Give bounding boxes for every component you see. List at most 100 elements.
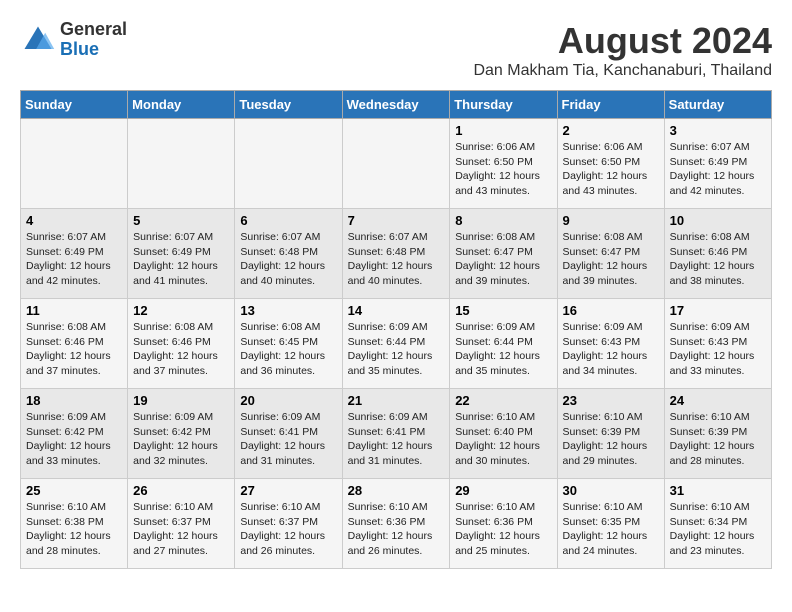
day-cell: 27Sunrise: 6:10 AMSunset: 6:37 PMDayligh…: [235, 479, 342, 569]
day-cell: 24 Sunrise: 6:10 AMSunset: 6:39 PMDayligh…: [664, 389, 771, 479]
day-info: Sunrise: 6:08 AMSunset: 6:46 PMDaylight:…: [133, 320, 229, 379]
day-cell: 11 Sunrise: 6:08 AMSunset: 6:46 PMDayligh…: [21, 299, 128, 389]
day-info: Sunrise: 6:09 AMSunset: 6:42 PMDaylight:…: [26, 410, 122, 469]
header-row: SundayMondayTuesdayWednesdayThursdayFrid…: [21, 91, 772, 119]
day-cell: 4 Sunrise: 6:07 AMSunset: 6:49 PMDaylight…: [21, 209, 128, 299]
day-number: 17: [670, 303, 766, 318]
day-cell: 3 Sunrise: 6:07 AMSunset: 6:49 PMDaylight…: [664, 119, 771, 209]
day-number: 13: [240, 303, 336, 318]
week-row-4: 18 Sunrise: 6:09 AMSunset: 6:42 PMDayligh…: [21, 389, 772, 479]
day-header-tuesday: Tuesday: [235, 91, 342, 119]
day-cell: 9 Sunrise: 6:08 AMSunset: 6:47 PMDaylight…: [557, 209, 664, 299]
day-info: Sunrise: 6:08 AMSunset: 6:46 PMDaylight:…: [670, 230, 766, 289]
day-number: 9: [563, 213, 659, 228]
sub-title: Dan Makham Tia, Kanchanaburi, Thailand: [473, 62, 772, 80]
day-info: Sunrise: 6:09 AMSunset: 6:41 PMDaylight:…: [240, 410, 336, 469]
day-header-monday: Monday: [128, 91, 235, 119]
day-cell: 25 Sunrise: 6:10 AMSunset: 6:38 PMDayligh…: [21, 479, 128, 569]
day-cell: [21, 119, 128, 209]
day-info: Sunrise: 6:10 AMSunset: 6:39 PMDaylight:…: [670, 410, 766, 469]
day-cell: [128, 119, 235, 209]
logo-icon: [20, 22, 56, 58]
day-info: Sunrise: 6:07 AMSunset: 6:49 PMDaylight:…: [26, 230, 122, 289]
day-info: Sunrise: 6:10 AMSunset: 6:36 PMDaylight:…: [455, 500, 551, 559]
day-cell: 8 Sunrise: 6:08 AMSunset: 6:47 PMDaylight…: [450, 209, 557, 299]
day-cell: 26 Sunrise: 6:10 AMSunset: 6:37 PMDayligh…: [128, 479, 235, 569]
day-info: Sunrise: 6:08 AMSunset: 6:46 PMDaylight:…: [26, 320, 122, 379]
week-row-3: 11 Sunrise: 6:08 AMSunset: 6:46 PMDayligh…: [21, 299, 772, 389]
day-cell: 16Sunrise: 6:09 AMSunset: 6:43 PMDayligh…: [557, 299, 664, 389]
page-header: General Blue August 2024 Dan Makham Tia,…: [20, 20, 772, 80]
day-cell: [342, 119, 450, 209]
day-number: 8: [455, 213, 551, 228]
day-cell: 12Sunrise: 6:08 AMSunset: 6:46 PMDayligh…: [128, 299, 235, 389]
day-number: 11: [26, 303, 122, 318]
day-number: 20: [240, 393, 336, 408]
day-cell: 15 Sunrise: 6:09 AMSunset: 6:44 PMDayligh…: [450, 299, 557, 389]
day-number: 29: [455, 483, 551, 498]
day-number: 22: [455, 393, 551, 408]
day-number: 15: [455, 303, 551, 318]
day-info: Sunrise: 6:09 AMSunset: 6:44 PMDaylight:…: [348, 320, 445, 379]
day-info: Sunrise: 6:10 AMSunset: 6:39 PMDaylight:…: [563, 410, 659, 469]
day-header-friday: Friday: [557, 91, 664, 119]
day-number: 7: [348, 213, 445, 228]
day-number: 21: [348, 393, 445, 408]
day-cell: 30 Sunrise: 6:10 AMSunset: 6:35 PMDayligh…: [557, 479, 664, 569]
day-number: 24: [670, 393, 766, 408]
day-cell: 17Sunrise: 6:09 AMSunset: 6:43 PMDayligh…: [664, 299, 771, 389]
day-cell: 5Sunrise: 6:07 AMSunset: 6:49 PMDaylight…: [128, 209, 235, 299]
day-number: 3: [670, 123, 766, 138]
day-number: 26: [133, 483, 229, 498]
calendar-header: SundayMondayTuesdayWednesdayThursdayFrid…: [21, 91, 772, 119]
day-info: Sunrise: 6:07 AMSunset: 6:49 PMDaylight:…: [670, 140, 766, 199]
day-info: Sunrise: 6:10 AMSunset: 6:34 PMDaylight:…: [670, 500, 766, 559]
week-row-5: 25 Sunrise: 6:10 AMSunset: 6:38 PMDayligh…: [21, 479, 772, 569]
day-header-thursday: Thursday: [450, 91, 557, 119]
day-cell: 20 Sunrise: 6:09 AMSunset: 6:41 PMDayligh…: [235, 389, 342, 479]
day-cell: 31 Sunrise: 6:10 AMSunset: 6:34 PMDayligh…: [664, 479, 771, 569]
day-cell: [235, 119, 342, 209]
day-number: 19: [133, 393, 229, 408]
day-info: Sunrise: 6:09 AMSunset: 6:42 PMDaylight:…: [133, 410, 229, 469]
day-cell: 2Sunrise: 6:06 AMSunset: 6:50 PMDaylight…: [557, 119, 664, 209]
day-info: Sunrise: 6:07 AMSunset: 6:48 PMDaylight:…: [348, 230, 445, 289]
day-cell: 28Sunrise: 6:10 AMSunset: 6:36 PMDayligh…: [342, 479, 450, 569]
day-info: Sunrise: 6:06 AMSunset: 6:50 PMDaylight:…: [563, 140, 659, 199]
day-cell: 13 Sunrise: 6:08 AMSunset: 6:45 PMDayligh…: [235, 299, 342, 389]
day-header-wednesday: Wednesday: [342, 91, 450, 119]
day-cell: 6Sunrise: 6:07 AMSunset: 6:48 PMDaylight…: [235, 209, 342, 299]
day-info: Sunrise: 6:07 AMSunset: 6:48 PMDaylight:…: [240, 230, 336, 289]
day-cell: 23 Sunrise: 6:10 AMSunset: 6:39 PMDayligh…: [557, 389, 664, 479]
day-info: Sunrise: 6:08 AMSunset: 6:47 PMDaylight:…: [563, 230, 659, 289]
day-header-sunday: Sunday: [21, 91, 128, 119]
day-number: 30: [563, 483, 659, 498]
calendar-body: 1 Sunrise: 6:06 AMSunset: 6:50 PMDaylight…: [21, 119, 772, 569]
logo-text: General Blue: [60, 20, 127, 60]
day-number: 16: [563, 303, 659, 318]
day-info: Sunrise: 6:06 AMSunset: 6:50 PMDaylight:…: [455, 140, 551, 199]
day-info: Sunrise: 6:08 AMSunset: 6:45 PMDaylight:…: [240, 320, 336, 379]
day-info: Sunrise: 6:10 AMSunset: 6:40 PMDaylight:…: [455, 410, 551, 469]
day-info: Sunrise: 6:10 AMSunset: 6:35 PMDaylight:…: [563, 500, 659, 559]
day-number: 1: [455, 123, 551, 138]
day-number: 4: [26, 213, 122, 228]
main-title: August 2024: [473, 20, 772, 62]
day-number: 25: [26, 483, 122, 498]
day-info: Sunrise: 6:10 AMSunset: 6:38 PMDaylight:…: [26, 500, 122, 559]
logo: General Blue: [20, 20, 127, 60]
day-number: 31: [670, 483, 766, 498]
day-info: Sunrise: 6:08 AMSunset: 6:47 PMDaylight:…: [455, 230, 551, 289]
day-info: Sunrise: 6:10 AMSunset: 6:37 PMDaylight:…: [133, 500, 229, 559]
day-cell: 1 Sunrise: 6:06 AMSunset: 6:50 PMDaylight…: [450, 119, 557, 209]
day-info: Sunrise: 6:09 AMSunset: 6:44 PMDaylight:…: [455, 320, 551, 379]
day-cell: 18 Sunrise: 6:09 AMSunset: 6:42 PMDayligh…: [21, 389, 128, 479]
day-cell: 10Sunrise: 6:08 AMSunset: 6:46 PMDayligh…: [664, 209, 771, 299]
day-number: 27: [240, 483, 336, 498]
day-number: 14: [348, 303, 445, 318]
day-info: Sunrise: 6:07 AMSunset: 6:49 PMDaylight:…: [133, 230, 229, 289]
day-cell: 7 Sunrise: 6:07 AMSunset: 6:48 PMDaylight…: [342, 209, 450, 299]
day-number: 23: [563, 393, 659, 408]
day-number: 18: [26, 393, 122, 408]
title-area: August 2024 Dan Makham Tia, Kanchanaburi…: [473, 20, 772, 80]
